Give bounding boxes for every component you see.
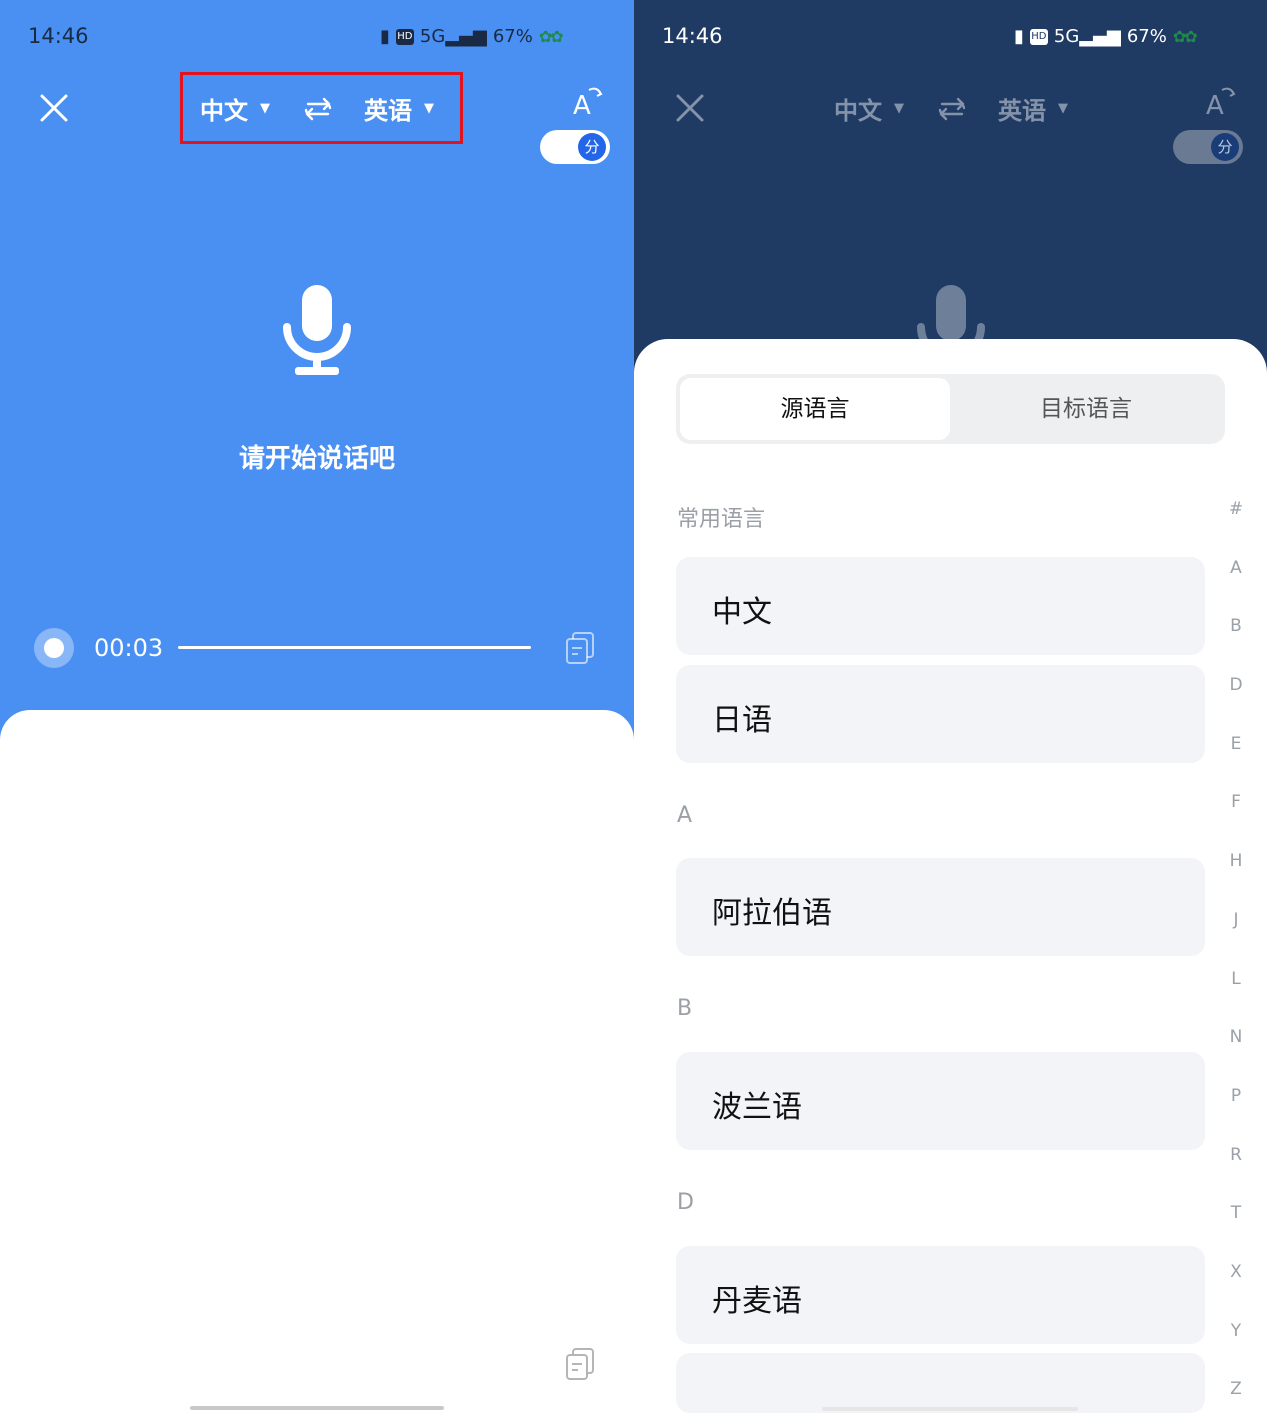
section-common-languages: 常用语言 bbox=[677, 507, 766, 532]
source-language-label: 中文 bbox=[834, 96, 882, 125]
signal-icon: 5G▂▄▆ bbox=[1053, 26, 1121, 47]
language-selector: 中文 ▼ 英语 ▼ bbox=[834, 90, 1068, 126]
swap-languages-icon bbox=[938, 97, 966, 121]
split-toggle-knob: 分 bbox=[578, 133, 606, 161]
language-item-danish[interactable]: 丹麦语 bbox=[676, 1246, 1205, 1344]
alphabet-index[interactable]: # A B D E F H J L N P R T X Y Z bbox=[1224, 499, 1248, 1413]
alphabet-index-letter[interactable]: H bbox=[1224, 851, 1248, 910]
status-icons: ▮ HD 5G▂▄▆ 67% ✿✿ bbox=[380, 26, 564, 47]
alphabet-index-letter[interactable]: D bbox=[1224, 675, 1248, 734]
network-label: 5G bbox=[419, 26, 446, 47]
recording-screen: 14:46 ▮ HD 5G▂▄▆ 67% ✿✿ 中文 ▼ 英语 ▼ A 分 请开 bbox=[0, 0, 634, 1413]
vibrate-icon: ▮ bbox=[1014, 26, 1024, 47]
language-item-arabic[interactable]: 阿拉伯语 bbox=[676, 858, 1205, 956]
alphabet-index-letter[interactable]: L bbox=[1224, 969, 1248, 1028]
language-item-chinese[interactable]: 中文 bbox=[676, 557, 1205, 655]
alphabet-index-letter[interactable]: R bbox=[1224, 1145, 1248, 1204]
tab-source-language[interactable]: 源语言 bbox=[680, 378, 950, 440]
close-icon[interactable] bbox=[38, 92, 70, 124]
target-language-label: 英语 bbox=[998, 96, 1046, 125]
svg-text:A: A bbox=[1206, 91, 1224, 118]
leaf-icon: ✿✿ bbox=[1172, 27, 1198, 46]
copy-icon[interactable] bbox=[564, 1346, 596, 1382]
translation-result-area bbox=[0, 710, 634, 1413]
recording-progress bbox=[178, 646, 531, 649]
language-item-label: 日语 bbox=[712, 703, 772, 738]
alphabet-index-letter[interactable]: E bbox=[1224, 734, 1248, 793]
font-translate-icon[interactable]: A bbox=[571, 84, 605, 118]
split-toggle[interactable]: 分 bbox=[540, 130, 610, 164]
alphabet-index-letter[interactable]: Y bbox=[1224, 1321, 1248, 1380]
status-time: 14:46 bbox=[28, 24, 89, 48]
leaf-icon: ✿✿ bbox=[538, 27, 564, 46]
alphabet-index-letter[interactable]: X bbox=[1224, 1262, 1248, 1321]
alphabet-index-letter[interactable]: B bbox=[1224, 616, 1248, 675]
alphabet-index-letter[interactable]: A bbox=[1224, 558, 1248, 617]
split-toggle: 分 bbox=[1173, 130, 1243, 164]
status-bar: 14:46 ▮ HD 5G▂▄▆ 67% ✿✿ bbox=[662, 22, 1267, 52]
language-type-tabs: 源语言 目标语言 bbox=[676, 374, 1225, 444]
network-label: 5G bbox=[1053, 26, 1080, 47]
alphabet-index-letter[interactable]: T bbox=[1224, 1203, 1248, 1262]
alphabet-index-letter[interactable]: J bbox=[1224, 910, 1248, 969]
svg-text:A: A bbox=[573, 91, 591, 118]
language-item-japanese[interactable]: 日语 bbox=[676, 665, 1205, 763]
language-item-label: 中文 bbox=[712, 595, 772, 630]
vibrate-icon: ▮ bbox=[380, 26, 390, 47]
language-item-label: 丹麦语 bbox=[712, 1284, 802, 1319]
highlight-box bbox=[180, 72, 463, 144]
speak-prompt: 请开始说话吧 bbox=[238, 444, 395, 474]
dropdown-caret-icon: ▼ bbox=[1058, 100, 1068, 116]
hd-icon: HD bbox=[1029, 28, 1048, 45]
status-bar: 14:46 ▮ HD 5G▂▄▆ 67% ✿✿ bbox=[28, 22, 634, 52]
recording-timer: 00:03 bbox=[94, 634, 164, 662]
language-item-label: 阿拉伯语 bbox=[712, 896, 832, 931]
language-picker-screen: 14:46 ▮ HD 5G▂▄▆ 67% ✿✿ 中文 ▼ 英语 ▼ A 分 源语… bbox=[634, 0, 1267, 1413]
microphone-icon[interactable] bbox=[282, 283, 352, 377]
status-icons: ▮ HD 5G▂▄▆ 67% ✿✿ bbox=[1014, 26, 1198, 47]
section-header-b: B bbox=[677, 996, 693, 1021]
battery-level: 67% bbox=[492, 26, 533, 47]
font-translate-icon: A bbox=[1206, 87, 1236, 118]
language-picker-sheet: 源语言 目标语言 常用语言 中文 日语 A 阿拉伯语 B 波兰语 D 丹麦语 #… bbox=[634, 339, 1267, 1413]
language-item-label: 波兰语 bbox=[712, 1090, 802, 1125]
dropdown-caret-icon: ▼ bbox=[894, 100, 904, 116]
record-button[interactable] bbox=[34, 628, 74, 668]
hd-icon: HD bbox=[395, 28, 414, 45]
status-time: 14:46 bbox=[662, 24, 723, 48]
section-header-a: A bbox=[677, 803, 693, 828]
alphabet-index-letter[interactable]: P bbox=[1224, 1086, 1248, 1145]
copy-icon[interactable] bbox=[564, 630, 596, 666]
alphabet-index-letter[interactable]: Z bbox=[1224, 1379, 1248, 1413]
battery-level: 67% bbox=[1126, 26, 1167, 47]
alphabet-index-letter[interactable]: # bbox=[1224, 499, 1248, 558]
split-toggle-knob: 分 bbox=[1211, 133, 1239, 161]
tab-target-language[interactable]: 目标语言 bbox=[951, 378, 1221, 440]
language-item-polish[interactable]: 波兰语 bbox=[676, 1052, 1205, 1150]
alphabet-index-letter[interactable]: F bbox=[1224, 792, 1248, 851]
home-indicator bbox=[190, 1406, 444, 1410]
close-icon bbox=[676, 94, 704, 122]
language-item-partial[interactable] bbox=[676, 1353, 1205, 1413]
home-indicator bbox=[822, 1407, 1078, 1411]
section-header-d: D bbox=[677, 1190, 694, 1215]
signal-icon: 5G▂▄▆ bbox=[419, 26, 487, 47]
alphabet-index-letter[interactable]: N bbox=[1224, 1027, 1248, 1086]
